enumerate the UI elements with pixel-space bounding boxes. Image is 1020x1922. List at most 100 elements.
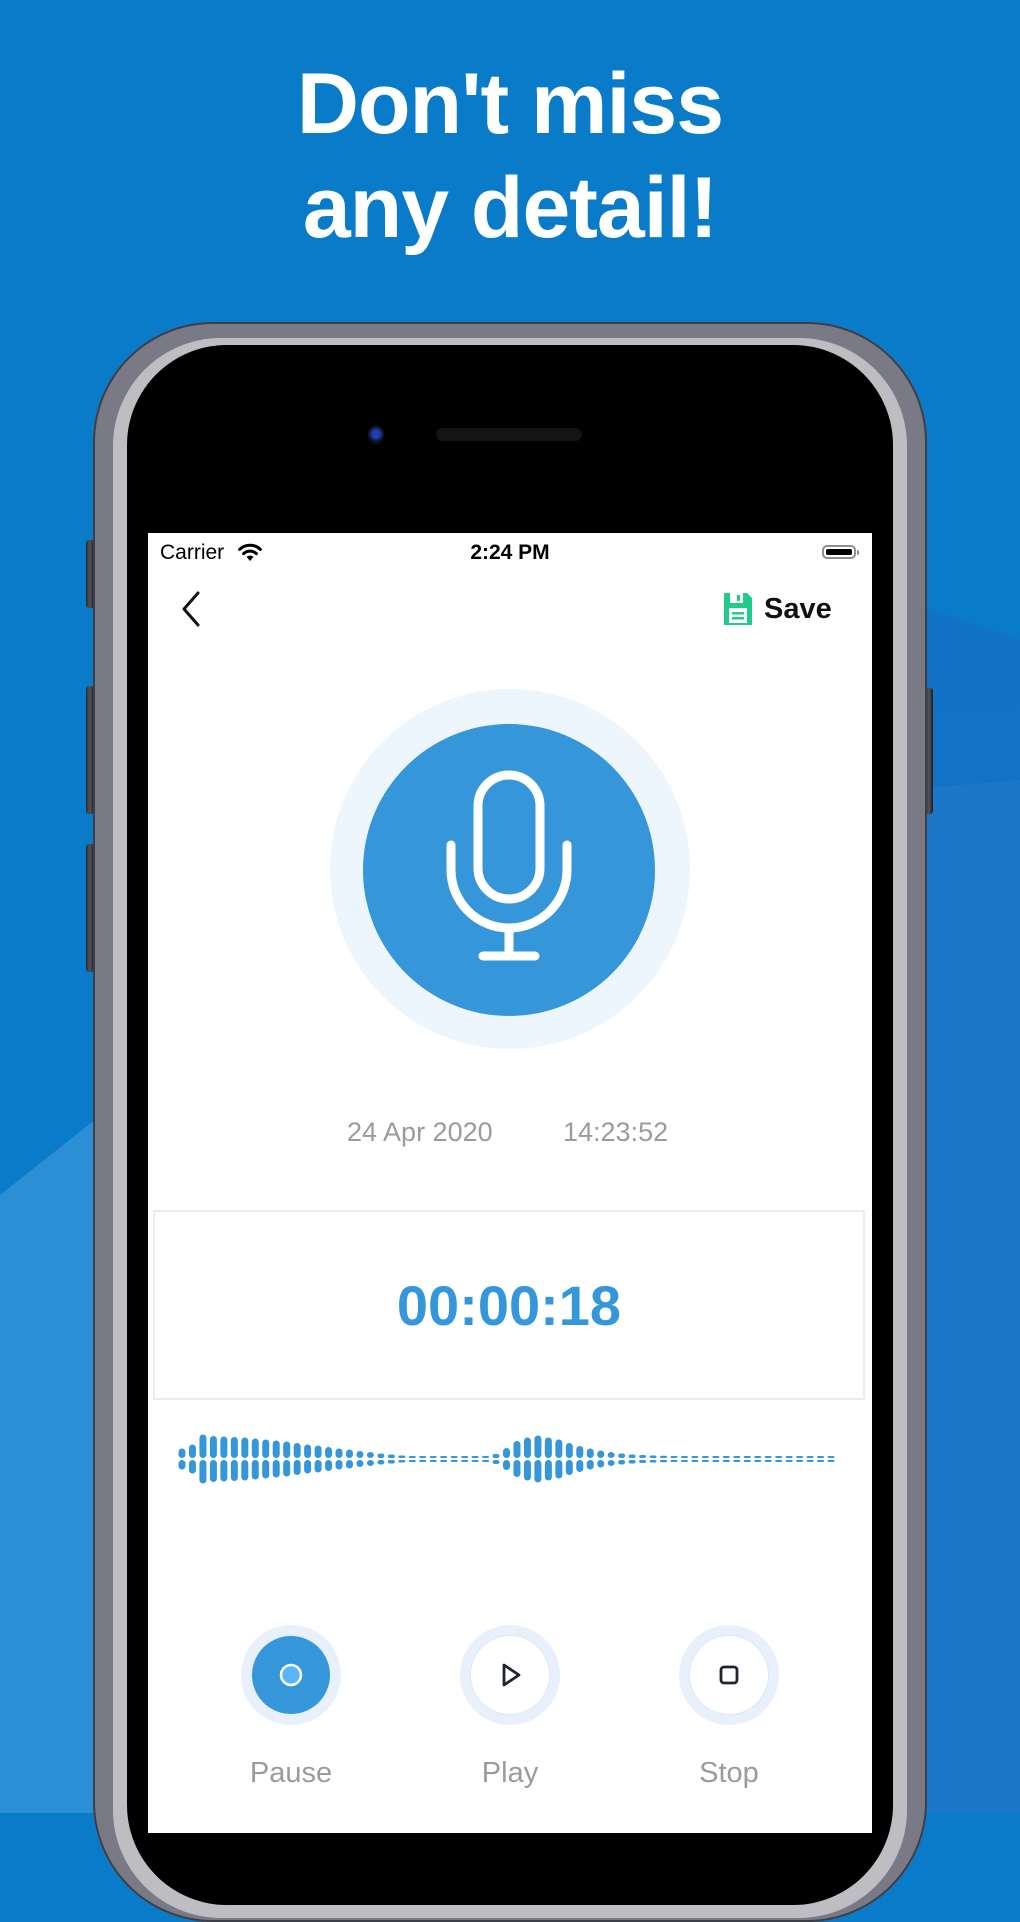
- waveform-bar-top: [806, 1456, 814, 1458]
- waveform-bar-bottom: [722, 1460, 730, 1462]
- waveform-bar-top: [503, 1448, 510, 1458]
- waveform-bar-bottom: [576, 1460, 584, 1472]
- waveform-bar-bottom: [377, 1460, 385, 1465]
- waveform-bar-top: [513, 1441, 521, 1458]
- waveform-bar-bottom: [241, 1460, 249, 1481]
- waveform-bar-bottom: [314, 1460, 322, 1473]
- waveform-bar-bottom: [199, 1460, 207, 1484]
- headline-line-1: Don't miss: [296, 56, 724, 152]
- waveform-bar-top: [188, 1444, 196, 1458]
- front-camera: [368, 425, 384, 445]
- waveform-bar-top: [660, 1455, 668, 1458]
- waveform-bar-top: [785, 1456, 793, 1458]
- play-label: Play: [481, 1757, 539, 1789]
- waveform-bar-top: [796, 1456, 804, 1458]
- waveform-bar-bottom: [785, 1460, 793, 1462]
- waveform-bar-bottom: [586, 1460, 594, 1470]
- waveform-bar-bottom: [366, 1460, 374, 1466]
- waveform-bar-bottom: [712, 1460, 720, 1462]
- waveform-bar-bottom: [775, 1460, 783, 1462]
- waveform-bar-top: [607, 1452, 615, 1458]
- waveform-bar-bottom: [513, 1460, 521, 1477]
- waveform-bar-top: [377, 1453, 385, 1458]
- waveform-bar-bottom: [733, 1460, 741, 1462]
- waveform-bar-top: [262, 1439, 270, 1458]
- waveform-bar-bottom: [670, 1460, 678, 1462]
- save-button[interactable]: Save: [722, 589, 832, 629]
- waveform-bar-top: [722, 1456, 730, 1458]
- waveform-bar-bottom: [597, 1460, 605, 1468]
- timer-panel: 00:00:18: [153, 1210, 865, 1400]
- waveform-bar-top: [293, 1443, 301, 1458]
- stop-button[interactable]: [679, 1625, 779, 1725]
- waveform-bar-bottom: [262, 1460, 270, 1479]
- waveform-bar-bottom: [450, 1460, 458, 1462]
- waveform-bar-top: [691, 1456, 699, 1458]
- waveform-bar-top: [220, 1436, 228, 1458]
- waveform-bar-top: [817, 1456, 825, 1458]
- waveform-bar-bottom: [754, 1460, 762, 1462]
- waveform-bar-top: [712, 1456, 720, 1458]
- waveform-bar-bottom: [387, 1460, 395, 1464]
- save-label: Save: [764, 592, 832, 625]
- waveform-bar-top: [398, 1455, 406, 1458]
- headline-line-2: any detail!: [302, 160, 718, 256]
- waveform-bar-top: [272, 1440, 280, 1458]
- waveform-bar-top: [450, 1456, 458, 1458]
- back-button[interactable]: [174, 587, 214, 631]
- waveform-bar-top: [701, 1456, 709, 1458]
- waveform-bar-bottom: [230, 1460, 238, 1481]
- status-bar: Carrier 2:24 PM: [148, 533, 872, 573]
- record-button[interactable]: [363, 724, 655, 1016]
- waveform-bar-top: [408, 1456, 416, 1458]
- waveform-bar-top: [628, 1454, 636, 1458]
- waveform-bar-bottom: [325, 1460, 333, 1471]
- waveform-bar-top: [471, 1456, 479, 1458]
- waveform-bar-top: [492, 1454, 500, 1458]
- waveform-bar-bottom: [408, 1460, 416, 1462]
- pause-button[interactable]: [241, 1625, 341, 1725]
- stop-label: Stop: [699, 1757, 759, 1789]
- waveform-bar-top: [597, 1450, 605, 1458]
- waveform-bar-bottom: [293, 1460, 301, 1475]
- recording-date: 24 Apr 2020: [347, 1117, 493, 1147]
- waveform-bar-top: [429, 1456, 437, 1458]
- waveform-bar-top: [199, 1434, 207, 1458]
- waveform-bar-bottom: [743, 1460, 751, 1462]
- waveform-bar-bottom: [461, 1460, 469, 1462]
- waveform-bar-top: [345, 1449, 353, 1458]
- chevron-left-icon: [182, 591, 200, 627]
- waveform-bar-top: [283, 1441, 291, 1458]
- waveform-bar-top: [555, 1439, 563, 1458]
- waveform-bar-bottom: [188, 1460, 196, 1474]
- record-dot-icon: [279, 1663, 303, 1687]
- waveform-bar-top: [639, 1455, 647, 1458]
- waveform-bar-top: [304, 1444, 312, 1458]
- waveform-bar-top: [827, 1456, 835, 1458]
- waveform-bar-top: [670, 1456, 678, 1458]
- waveform-bar-bottom: [220, 1460, 228, 1482]
- waveform-bar-bottom: [555, 1460, 563, 1479]
- waveform-bar-bottom: [544, 1460, 552, 1481]
- waveform-bar-top: [544, 1437, 552, 1458]
- elapsed-timer: 00:00:18: [396, 1273, 622, 1337]
- status-time: 2:24 PM: [470, 541, 550, 564]
- waveform-bar-top: [534, 1435, 542, 1458]
- waveform-bar-top: [775, 1456, 783, 1458]
- waveform-bar-bottom: [283, 1460, 291, 1477]
- waveform-bar-top: [586, 1448, 594, 1458]
- waveform-bar-top: [482, 1456, 490, 1458]
- waveform-bar-bottom: [628, 1460, 636, 1464]
- play-button[interactable]: [460, 1625, 560, 1725]
- audio-waveform: [178, 1434, 835, 1484]
- waveform-bar-top: [230, 1437, 238, 1458]
- waveform-bar-bottom: [796, 1460, 804, 1462]
- pause-label: Pause: [249, 1757, 333, 1789]
- waveform-bar-top: [419, 1456, 427, 1458]
- waveform-bar-top: [743, 1456, 751, 1458]
- waveform-bar-bottom: [178, 1460, 186, 1470]
- waveform-bar-bottom: [565, 1460, 573, 1475]
- waveform-bar-bottom: [251, 1460, 259, 1480]
- waveform-bar-bottom: [806, 1460, 814, 1462]
- waveform-bar-bottom: [639, 1460, 647, 1463]
